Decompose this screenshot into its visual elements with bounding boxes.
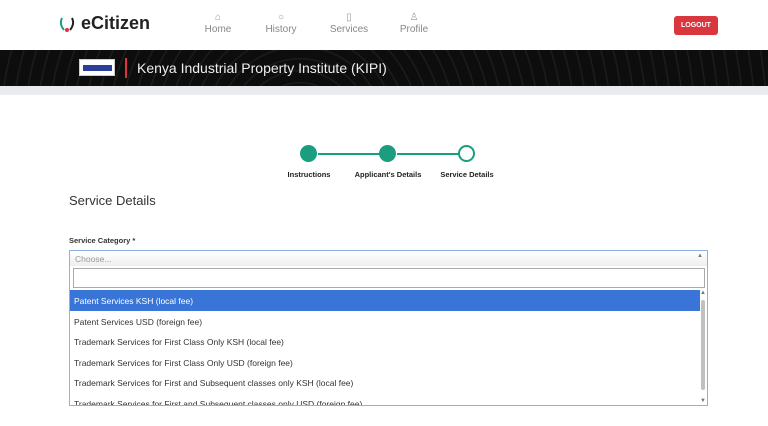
dropdown-option[interactable]: Patent Services USD (foreign fee)	[70, 311, 700, 332]
agency-banner: Kenya Industrial Property Institute (KIP…	[0, 50, 768, 86]
step-label: Instructions	[288, 170, 331, 179]
agency-title: Kenya Industrial Property Institute (KIP…	[137, 60, 387, 76]
home-icon: ⌂	[215, 12, 221, 24]
step-service-details[interactable]	[458, 145, 475, 162]
chevron-up-icon: ▲	[697, 253, 703, 259]
dropdown-scrollbar[interactable]: ▲▼	[700, 290, 706, 404]
nav-profile[interactable]: ♙Profile	[389, 12, 439, 35]
history-icon: ○	[278, 12, 284, 24]
dropdown-option[interactable]: Trademark Services for First and Subsequ…	[70, 393, 700, 406]
step-instructions[interactable]	[300, 145, 317, 162]
step-label: Service Details	[440, 170, 493, 179]
section-heading: Service Details	[69, 193, 156, 208]
nav-label: Services	[330, 24, 368, 35]
nav-label: Home	[205, 24, 232, 35]
brand-name: eCitizen	[81, 13, 150, 34]
dropdown-option[interactable]: Patent Services KSH (local fee)	[70, 290, 700, 311]
service-category-select[interactable]: Choose... ▲	[69, 250, 708, 266]
services-icon: ▯	[346, 12, 352, 24]
divider	[125, 58, 127, 78]
step-label: Applicant's Details	[355, 170, 422, 179]
kipi-logo	[79, 59, 115, 76]
dropdown-option[interactable]: Trademark Services for First and Subsequ…	[70, 372, 700, 393]
banner-underline	[0, 86, 768, 95]
dropdown-option[interactable]: Trademark Services for First Class Only …	[70, 331, 700, 352]
step-applicant-details[interactable]	[379, 145, 396, 162]
select-placeholder: Choose...	[75, 254, 111, 264]
scroll-up-icon[interactable]: ▲	[700, 290, 706, 296]
service-category-label: Service Category *	[69, 236, 135, 245]
dropdown-option[interactable]: Trademark Services for First Class Only …	[70, 352, 700, 373]
dropdown-search-input[interactable]	[73, 268, 705, 288]
step-connector	[397, 153, 459, 155]
nav-label: History	[265, 24, 296, 35]
top-header: eCitizen ⌂Home ○History ▯Services ♙Profi…	[0, 0, 768, 50]
nav-history[interactable]: ○History	[256, 12, 306, 35]
ecitizen-logo[interactable]: eCitizen	[58, 13, 150, 34]
scrollbar-thumb[interactable]	[701, 300, 705, 390]
nav-services[interactable]: ▯Services	[324, 12, 374, 35]
step-connector	[318, 153, 380, 155]
nav-label: Profile	[400, 24, 428, 35]
profile-icon: ♙	[410, 12, 419, 24]
ecitizen-logo-icon	[58, 15, 76, 33]
logout-button[interactable]: LOGOUT	[674, 16, 718, 35]
scroll-down-icon[interactable]: ▼	[700, 398, 706, 404]
nav-home[interactable]: ⌂Home	[193, 12, 243, 35]
service-category-dropdown: Patent Services KSH (local fee) Patent S…	[69, 266, 708, 406]
